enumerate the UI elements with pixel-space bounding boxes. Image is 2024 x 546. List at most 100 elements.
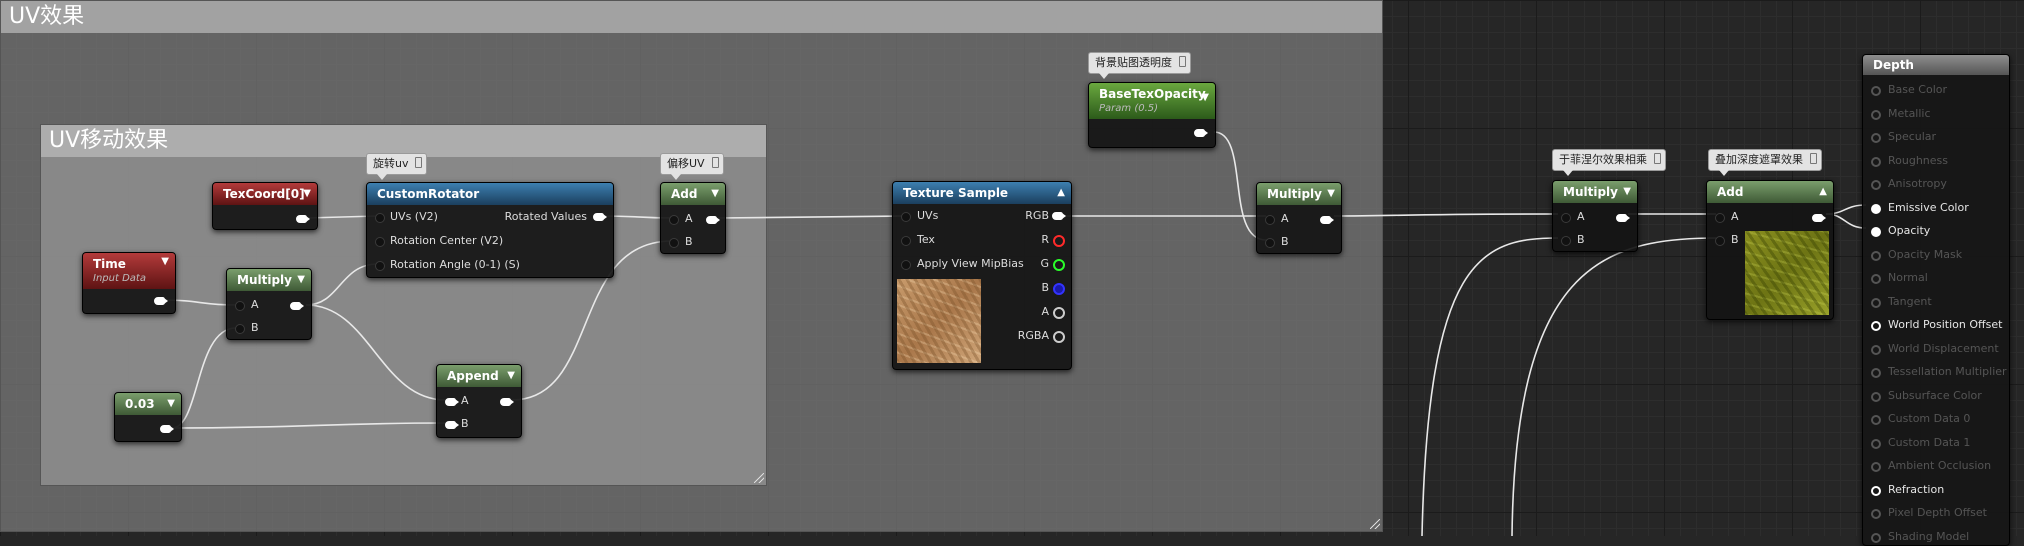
input-pin-icon[interactable] <box>1871 509 1881 519</box>
input-pin-icon[interactable] <box>1871 391 1881 402</box>
node-multiply-time[interactable]: Multiply ▼ A B <box>226 268 312 340</box>
output-pin-icon[interactable] <box>593 213 607 221</box>
collapse-arrow-icon[interactable]: ▼ <box>1623 181 1631 203</box>
input-pin-icon[interactable] <box>1561 213 1571 223</box>
node-texcoord[interactable]: TexCoord[0] ▼ <box>212 182 318 230</box>
output-pin-icon[interactable] <box>500 398 514 406</box>
output-pin-icon[interactable] <box>1194 129 1208 137</box>
node-base-tex-opacity[interactable]: BaseTexOpacity Param (0.5) ▼ <box>1088 82 1216 148</box>
collapse-arrow-icon[interactable]: ▼ <box>167 393 175 415</box>
output-pin-green-icon[interactable] <box>1053 259 1065 271</box>
output-pin-icon[interactable] <box>1320 216 1334 224</box>
output-pin-icon[interactable] <box>160 425 174 433</box>
input-pin-icon[interactable] <box>1871 203 1881 214</box>
node-constant[interactable]: 0.03 ▼ <box>114 392 182 442</box>
node-header[interactable]: Append ▼ <box>437 365 521 387</box>
node-append[interactable]: Append ▼ A B <box>436 364 522 438</box>
node-header[interactable]: BaseTexOpacity Param (0.5) ▼ <box>1089 83 1215 119</box>
collapse-arrow-icon[interactable]: ▼ <box>161 253 169 271</box>
node-multiply-fresnel[interactable]: Multiply ▼ A B <box>1552 180 1638 252</box>
node-multiply-opacity[interactable]: Multiply ▼ A B <box>1256 182 1342 254</box>
collapse-arrow-icon[interactable]: ▼ <box>303 183 311 205</box>
output-pin-blue-icon[interactable] <box>1053 283 1065 295</box>
output-pin-icon[interactable] <box>290 302 304 310</box>
output-pin-icon[interactable] <box>706 216 720 224</box>
material-output-node[interactable]: Depth Base Color Metallic Specular Roughnes… <box>1862 54 2010 546</box>
output-pin-alpha-icon[interactable] <box>1053 307 1065 319</box>
output-pin-icon[interactable] <box>1052 212 1066 220</box>
pin-icon[interactable] <box>711 157 719 168</box>
node-header[interactable]: Multiply ▼ <box>1553 181 1637 203</box>
input-pin-icon[interactable] <box>1871 297 1881 308</box>
output-pin-red-icon[interactable] <box>1053 235 1065 247</box>
output-pin-rgba-icon[interactable] <box>1053 331 1065 343</box>
node-header[interactable]: Multiply ▼ <box>1257 183 1341 205</box>
collapse-arrow-icon[interactable]: ▲ <box>1057 182 1065 204</box>
node-time[interactable]: Time Input Data ▼ <box>82 252 176 314</box>
input-pin-icon[interactable] <box>1871 156 1881 167</box>
input-pin-icon[interactable] <box>1871 321 1881 331</box>
input-pin-icon[interactable] <box>669 238 679 248</box>
node-header[interactable]: CustomRotator <box>367 183 613 205</box>
input-pin-icon[interactable] <box>1715 213 1725 223</box>
input-pin-icon[interactable] <box>445 421 459 429</box>
collapse-arrow-icon[interactable]: ▼ <box>1201 89 1209 107</box>
collapse-arrow-icon[interactable]: ▼ <box>507 365 515 387</box>
input-pin-icon[interactable] <box>901 236 911 246</box>
input-pin-icon[interactable] <box>1871 180 1881 190</box>
output-pin-icon[interactable] <box>154 297 168 305</box>
comment-bubble-fresnel[interactable]: 于菲涅尔效果相乘 <box>1552 149 1666 176</box>
node-header[interactable]: Texture Sample ▲ <box>893 182 1071 204</box>
output-pin-icon[interactable] <box>296 215 310 223</box>
input-pin-icon[interactable] <box>1871 86 1881 96</box>
input-pin-icon[interactable] <box>235 324 245 334</box>
input-pin-icon[interactable] <box>669 215 679 225</box>
comment-bubble-depth-mask[interactable]: 叠加深度遮罩效果 <box>1708 149 1822 176</box>
input-pin-icon[interactable] <box>1871 109 1881 120</box>
input-pin-icon[interactable] <box>1871 438 1881 449</box>
input-pin-icon[interactable] <box>375 213 385 223</box>
input-pin-icon[interactable] <box>1871 485 1881 496</box>
pin-icon[interactable] <box>415 157 423 168</box>
input-pin-icon[interactable] <box>1265 238 1275 248</box>
node-header[interactable]: 0.03 ▼ <box>115 393 181 415</box>
node-header[interactable]: TexCoord[0] ▼ <box>213 183 317 205</box>
input-pin-icon[interactable] <box>1871 532 1881 543</box>
input-pin-icon[interactable] <box>1871 415 1881 425</box>
node-header[interactable]: Depth <box>1863 55 2009 75</box>
input-pin-icon[interactable] <box>1265 215 1275 225</box>
node-header[interactable]: Add ▲ <box>1707 181 1833 203</box>
input-pin-icon[interactable] <box>1871 344 1881 355</box>
output-pin-icon[interactable] <box>1812 214 1826 222</box>
collapse-arrow-icon[interactable]: ▲ <box>1819 181 1827 203</box>
pin-icon[interactable] <box>1654 153 1661 164</box>
input-pin-icon[interactable] <box>1871 274 1881 284</box>
input-pin-icon[interactable] <box>1871 250 1881 261</box>
node-header[interactable]: Time Input Data ▼ <box>83 253 175 289</box>
input-pin-icon[interactable] <box>1871 133 1881 143</box>
node-header[interactable]: Add ▼ <box>661 183 725 205</box>
input-pin-icon[interactable] <box>901 212 911 222</box>
comment-bubble-bg-opacity[interactable]: 背景贴图透明度 <box>1088 52 1191 79</box>
pin-icon[interactable] <box>1810 153 1817 164</box>
input-pin-icon[interactable] <box>445 398 459 406</box>
input-pin-icon[interactable] <box>1871 227 1881 237</box>
node-header[interactable]: Multiply ▼ <box>227 269 311 291</box>
node-add-depth[interactable]: Add ▲ A B <box>1706 180 1834 320</box>
input-pin-icon[interactable] <box>901 260 911 270</box>
input-pin-icon[interactable] <box>375 261 385 271</box>
input-pin-icon[interactable] <box>1715 236 1725 246</box>
collapse-arrow-icon[interactable]: ▼ <box>1327 183 1335 205</box>
output-pin-icon[interactable] <box>1616 214 1630 222</box>
collapse-arrow-icon[interactable]: ▼ <box>711 183 719 205</box>
input-pin-icon[interactable] <box>1871 368 1881 378</box>
node-custom-rotator[interactable]: CustomRotator UVs (V2) Rotated Values Ro… <box>366 182 614 278</box>
comment-bubble-offset[interactable]: 偏移UV <box>660 153 724 180</box>
node-texture-sample[interactable]: Texture Sample ▲ UVs Tex Apply View MipBi… <box>892 181 1072 370</box>
comment-bubble-rotate[interactable]: 旋转uv <box>366 153 428 180</box>
input-pin-icon[interactable] <box>1871 462 1881 472</box>
input-pin-icon[interactable] <box>235 301 245 311</box>
pin-icon[interactable] <box>1179 56 1186 67</box>
input-pin-icon[interactable] <box>375 237 385 247</box>
node-add-uv[interactable]: Add ▼ A B <box>660 182 726 254</box>
